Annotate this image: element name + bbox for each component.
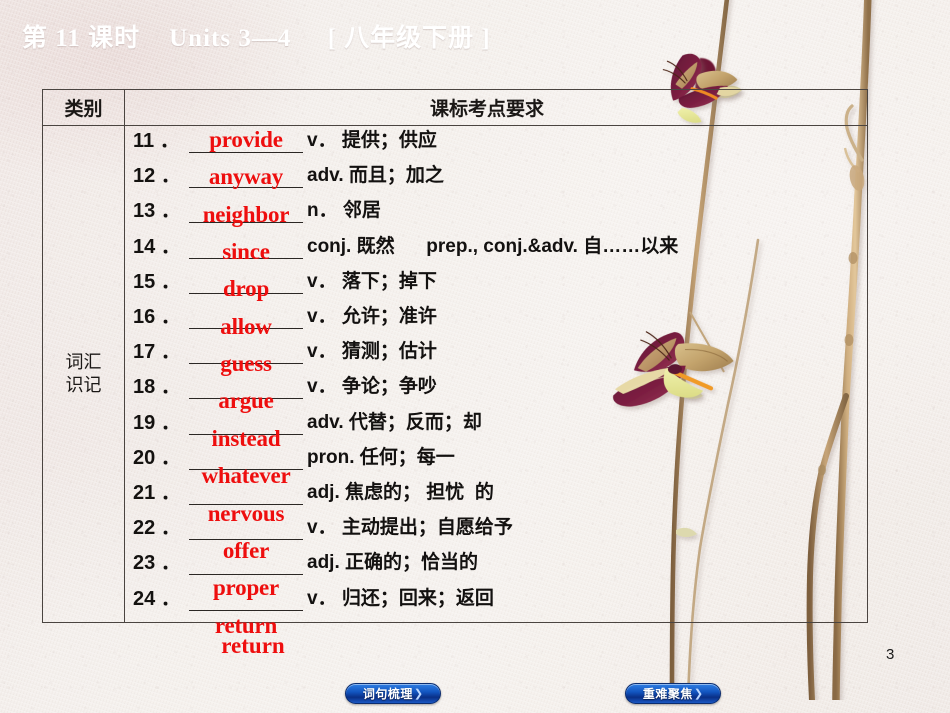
entry-blank: drop: [187, 267, 305, 301]
entry-number: 12 ．: [133, 165, 181, 188]
vocabulary-table: 类别 课标考点要求 词汇 识记 11 ． provide v． 提供；供应 12 ． an…: [42, 89, 868, 638]
vocabulary-entry: 24 ． return v． 归还；回来；返回: [125, 584, 867, 638]
answer-word: allow: [220, 313, 272, 339]
entry-gloss: v． 归还；回来；返回: [307, 587, 494, 609]
table-header-row: 类别 课标考点要求: [42, 89, 868, 126]
vocabulary-entry: 14 ． since conj. 既然 prep., conj.&adv. 自……以…: [125, 232, 867, 268]
table-body-row: 词汇 识记 11 ． provide v． 提供；供应 12 ． anyway adv. 而…: [42, 126, 868, 638]
entry-blank: proper: [187, 548, 305, 600]
vocabulary-entry: 11 ． provide v． 提供；供应: [125, 126, 867, 162]
entry-number: 18 ．: [133, 376, 181, 399]
entry-gloss: adj. 焦虑的； 担忧 的: [307, 482, 494, 503]
vocabulary-entry: 18 ． argue v． 争论；争吵: [125, 372, 867, 413]
answer-word: since: [222, 239, 270, 265]
entry-number: 22 ．: [133, 517, 181, 540]
entry-number: 24 ．: [133, 587, 181, 610]
vocabulary-entry: 19 ． instead adv. 代替；反而；却: [125, 408, 867, 451]
entry-number: 15 ．: [133, 270, 181, 293]
answer-word: neighbor: [202, 201, 290, 227]
entry-blank: return: [187, 584, 305, 638]
nav-button-key-points-label: 重难聚焦: [642, 687, 693, 701]
vocabulary-entry: 20 ． whatever pron. 任何；每一: [125, 443, 867, 488]
entry-blank: instead: [187, 408, 305, 451]
blank-underline: [189, 609, 303, 611]
category-label: 词汇 识记: [65, 351, 102, 395]
entry-number: 13 ．: [133, 200, 181, 223]
entry-blank: provide: [187, 126, 305, 156]
entry-blank: anyway: [187, 161, 305, 191]
vocabulary-entry: 13 ． neighbor n． 邻居: [125, 196, 867, 232]
entry-number: 16 ．: [133, 306, 181, 328]
entry-number: 20 ．: [133, 446, 181, 469]
nav-button-key-points[interactable]: 重难聚焦 ❯: [625, 683, 721, 704]
slide-canvas: 第 11 课时 Units 3—4 [ 八年级下册 ] 类别 课标考点要求 词汇…: [0, 0, 950, 713]
entry-number: 17 ．: [133, 341, 181, 364]
entry-gloss: n． 邻居: [307, 200, 381, 222]
chevron-right-icon: ❯: [413, 688, 424, 700]
answer-word: drop: [222, 276, 270, 302]
entry-blank: argue: [187, 372, 305, 413]
vocabulary-entry-list: 11 ． provide v． 提供；供应 12 ． anyway adv. 而且；加之 1…: [125, 126, 867, 638]
entry-number: 23 ．: [133, 552, 181, 575]
entry-gloss: v． 猜测；估计: [307, 341, 437, 363]
body-cell-category: 词汇 识记: [43, 126, 125, 622]
vocabulary-entry: 16 ． allow v． 允许；准许: [125, 302, 867, 339]
answer-word: provide: [209, 127, 283, 152]
vocabulary-entry: 17 ． guess v． 猜测；估计: [125, 337, 867, 376]
entry-number: 14 ．: [133, 235, 181, 258]
nav-button-word-review[interactable]: 词句梳理 ❯: [345, 683, 441, 704]
entry-gloss: adv. 代替；反而；却: [307, 411, 482, 433]
entry-blank: allow: [187, 302, 305, 339]
nav-button-word-review-label: 词句梳理: [362, 687, 413, 701]
answer-word: anyway: [208, 164, 284, 190]
entry-number: 19 ．: [133, 411, 181, 434]
entry-blank: guess: [187, 337, 305, 376]
vocabulary-entry: 12 ． anyway adv. 而且；加之: [125, 161, 867, 197]
entry-number: 21 ．: [133, 482, 181, 504]
header-label-category: 类别: [64, 99, 103, 120]
vocabulary-entry: 23 ． proper adj. 正确的；恰当的: [125, 548, 867, 600]
entry-gloss: adv. 而且；加之: [307, 165, 444, 187]
header-cell-category: 类别: [43, 90, 125, 125]
entry-gloss: adj. 正确的；恰当的: [307, 552, 479, 574]
vocabulary-entry: 15 ． drop v． 落下；掉下: [125, 267, 867, 303]
entry-number: 11 ．: [133, 130, 180, 152]
entry-gloss: v． 提供；供应: [307, 130, 437, 151]
body-cell-entries: 11 ． provide v． 提供；供应 12 ． anyway adv. 而且；加之 1…: [125, 126, 867, 638]
entry-blank: since: [187, 232, 305, 265]
entry-blank: nervous: [187, 478, 305, 526]
entry-gloss: v． 争论；争吵: [307, 376, 437, 398]
answer-overflow-return: return: [221, 633, 285, 658]
entry-blank: whatever: [187, 443, 305, 488]
chevron-right-icon: ❯: [693, 688, 704, 700]
vocabulary-entry: 22 ． offer v． 主动提出；自愿给予: [125, 513, 867, 563]
header-label-requirement: 课标考点要求: [429, 99, 544, 120]
entry-gloss: pron. 任何；每一: [307, 446, 455, 468]
entry-gloss: v． 允许；准许: [307, 306, 437, 327]
vocabulary-entry: 21 ． nervous adj. 焦虑的； 担忧 的: [125, 478, 867, 526]
entry-gloss: v． 主动提出；自愿给予: [307, 517, 513, 539]
page-title: 第 11 课时 Units 3—4 [ 八年级下册 ]: [22, 25, 491, 52]
entry-blank: neighbor: [187, 196, 305, 227]
entry-gloss: v． 落下；掉下: [307, 270, 437, 292]
entry-blank: offer: [187, 513, 305, 563]
header-cell-requirement: 课标考点要求: [125, 90, 867, 125]
page-number: 3: [886, 646, 895, 663]
entry-gloss: conj. 既然 prep., conj.&adv. 自……以来: [307, 235, 679, 257]
